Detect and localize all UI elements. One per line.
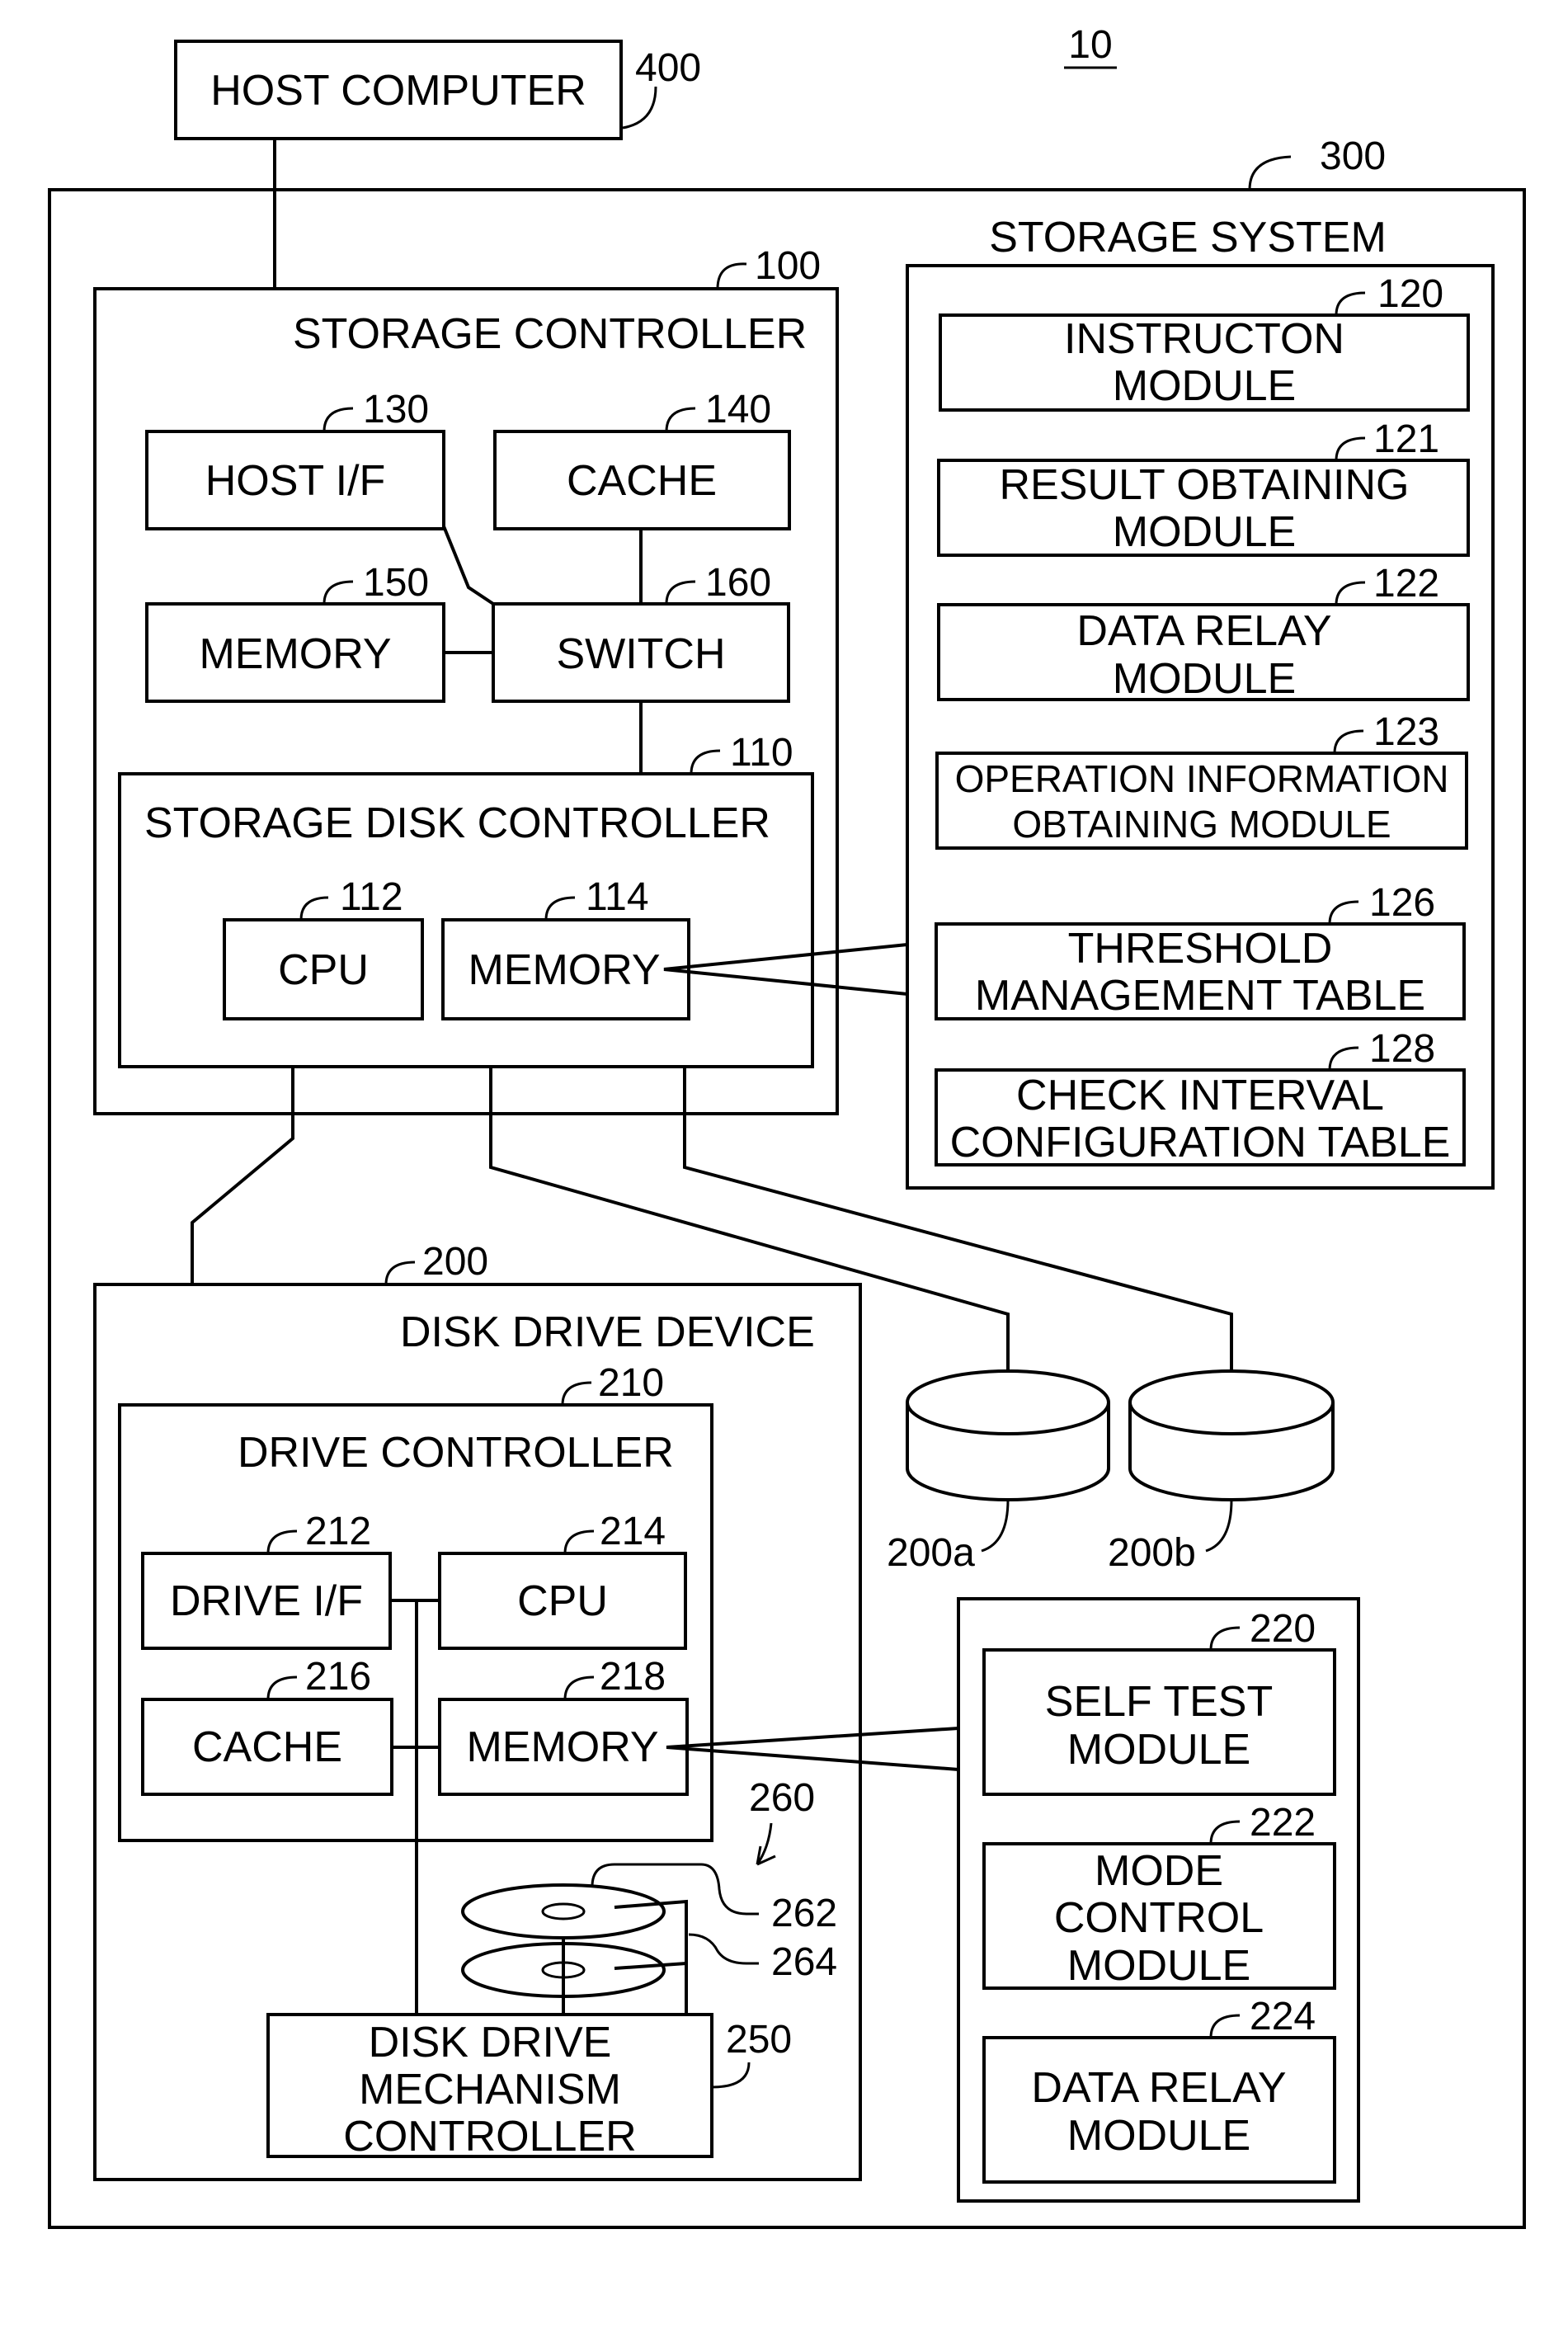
mechanism-controller-line-2: MECHANISM <box>359 2066 621 2114</box>
module-ref: 220 <box>1250 1607 1316 1651</box>
module-line-1: DATA RELAY <box>1031 2064 1286 2112</box>
module-ref: 224 <box>1250 1995 1316 2038</box>
disk-200b-ref: 200b <box>1108 1531 1196 1575</box>
sc-memory-label: MEMORY <box>199 630 391 678</box>
module-line-2: OBTAINING MODULE <box>1012 803 1391 846</box>
drive-if-ref: 212 <box>305 1510 371 1553</box>
storage-disk-controller-ref: 110 <box>730 731 793 775</box>
storage-system-leader <box>1248 155 1292 191</box>
module-line-1: SELF TEST <box>1045 1678 1273 1726</box>
storage-memory-contents: INSTRUCTON MODULE 120 RESULT OBTAINING M… <box>906 264 1495 1190</box>
module-line-3: MODULE <box>1067 1942 1250 1990</box>
module-line-2: MANAGEMENT TABLE <box>975 972 1425 1020</box>
dc-memory-label: MEMORY <box>466 1723 658 1771</box>
module-line-2: CONTROL <box>1054 1894 1264 1942</box>
host-computer: HOST COMPUTER 400 <box>174 40 701 140</box>
dc-cpu-ref: 214 <box>600 1510 666 1553</box>
host-if-label: HOST I/F <box>205 457 386 505</box>
switch-ref: 160 <box>705 561 771 605</box>
disk-200a-top <box>906 1369 1110 1435</box>
disk-200a-ref: 200a <box>887 1531 975 1575</box>
cache-label: CACHE <box>567 457 717 505</box>
sdc-memory-label: MEMORY <box>468 946 660 994</box>
sdc-cpu-label: CPU <box>278 946 369 994</box>
figure-number: 10 <box>1068 23 1112 67</box>
module-line-1: THRESHOLD <box>1068 925 1333 973</box>
storage-disk-controller-label: STORAGE DISK CONTROLLER <box>144 799 770 847</box>
module-ref: 121 <box>1373 417 1439 461</box>
sdc-memory-ref: 114 <box>586 875 649 919</box>
sc-memory-ref: 150 <box>363 561 429 605</box>
module-line-1: MODE <box>1095 1847 1223 1895</box>
module-line-2: MODULE <box>1067 1726 1250 1774</box>
storage-system-block-diagram: 10 HOST COMPUTER 400 300 STORAGE SYSTEM … <box>48 23 1526 2229</box>
module-line-1: DATA RELAY <box>1076 607 1331 655</box>
dc-memory-ref: 218 <box>600 1655 666 1699</box>
module-ref: 122 <box>1373 562 1439 606</box>
cache-ref: 140 <box>705 388 771 431</box>
host-computer-label: HOST COMPUTER <box>210 67 586 115</box>
disk-200b-top <box>1128 1369 1335 1435</box>
disk-assembly-ref: 260 <box>749 1776 815 1820</box>
module-line-2: CONFIGURATION TABLE <box>950 1119 1451 1166</box>
dc-cpu-label: CPU <box>517 1577 608 1625</box>
drive-if-label: DRIVE I/F <box>170 1577 363 1625</box>
host-computer-ref: 400 <box>635 46 701 90</box>
module-line-2: MODULE <box>1067 2112 1250 2160</box>
storage-system-label: STORAGE SYSTEM <box>989 214 1387 262</box>
module-ref: 222 <box>1250 1801 1316 1845</box>
host-computer-leader <box>622 86 657 130</box>
disk-drive-device: 200 DISK DRIVE DEVICE 210 DRIVE CONTROLL… <box>93 1240 862 2181</box>
drive-controller-ref: 210 <box>598 1361 664 1405</box>
module-ref: 120 <box>1377 272 1443 316</box>
module-line-1: INSTRUCTON <box>1064 315 1344 363</box>
platter-ref: 262 <box>771 1892 837 1935</box>
mechanism-controller-ref: 250 <box>726 2018 792 2062</box>
module-line-1: CHECK INTERVAL <box>1016 1072 1384 1119</box>
storage-controller-ref: 100 <box>755 244 821 288</box>
module-ref: 128 <box>1369 1027 1435 1071</box>
sdc-cpu-ref: 112 <box>340 875 403 919</box>
switch-label: SWITCH <box>556 630 725 678</box>
drive-controller-label: DRIVE CONTROLLER <box>238 1429 674 1477</box>
module-line-2: MODULE <box>1113 362 1296 410</box>
host-if-ref: 130 <box>363 388 429 431</box>
storage-controller-label: STORAGE CONTROLLER <box>293 310 807 358</box>
mechanism-controller-line-1: DISK DRIVE <box>369 2019 612 2067</box>
drive-memory-contents: SELF TEST MODULE 220 MODE CONTROL MODULE… <box>957 1597 1360 2203</box>
disk-drive-device-ref: 200 <box>422 1240 488 1284</box>
mechanism-controller-line-3: CONTROLLER <box>343 2113 636 2161</box>
dc-cache-label: CACHE <box>192 1723 342 1771</box>
module-ref: 123 <box>1373 710 1439 754</box>
disk-drive-device-label: DISK DRIVE DEVICE <box>400 1308 815 1356</box>
platter-top <box>461 1883 666 1939</box>
storage-controller: 100 STORAGE CONTROLLER HOST I/F 130 CACH… <box>93 244 839 1115</box>
module-line-1: RESULT OBTAINING <box>1000 461 1410 509</box>
module-line-2: MODULE <box>1113 655 1296 703</box>
module-line-1: OPERATION INFORMATION <box>955 757 1449 800</box>
module-line-2: MODULE <box>1113 508 1296 556</box>
module-ref: 126 <box>1369 881 1435 925</box>
storage-system-ref: 300 <box>1320 134 1386 178</box>
head-ref: 264 <box>771 1940 837 1984</box>
dc-cache-ref: 216 <box>305 1655 371 1699</box>
